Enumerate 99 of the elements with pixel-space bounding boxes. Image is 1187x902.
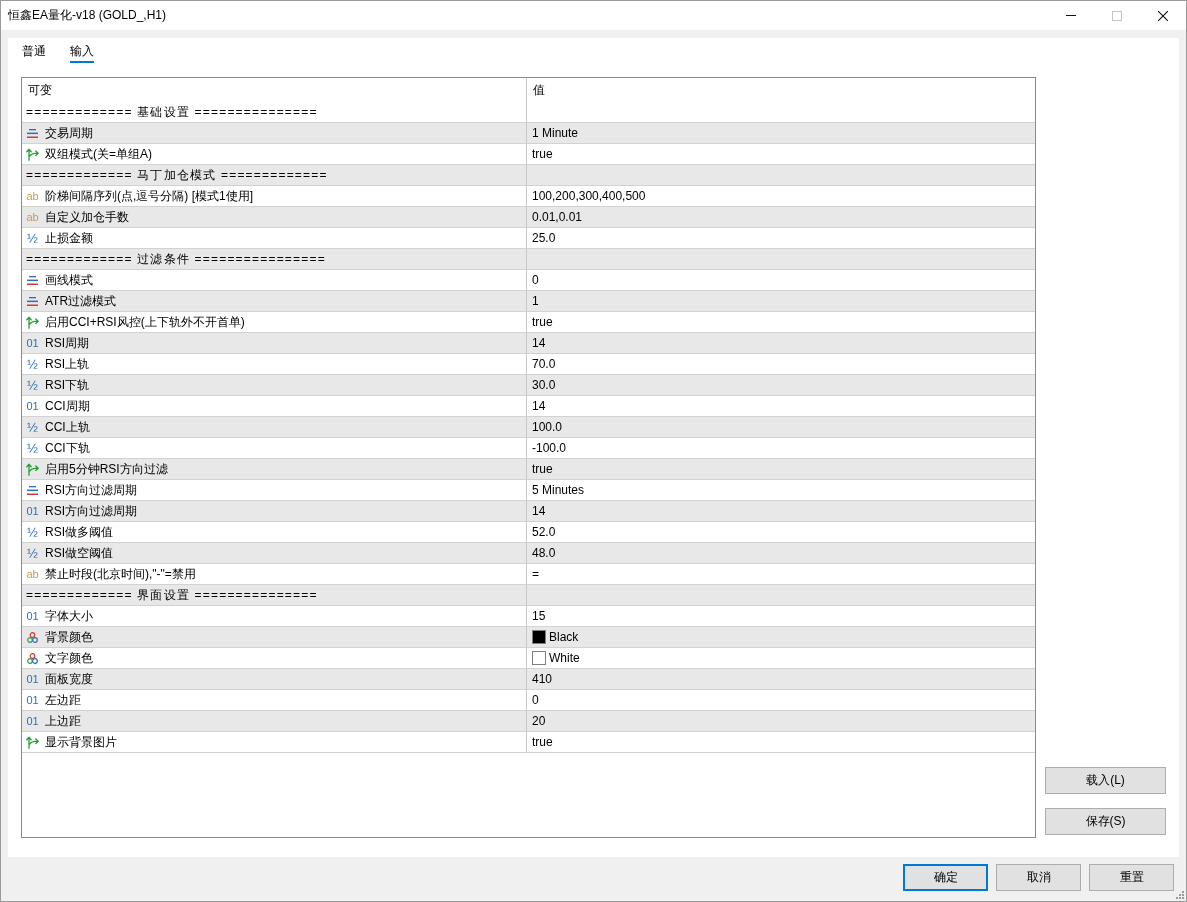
parameter-name: 左边距 bbox=[45, 691, 81, 709]
column-header: 值 bbox=[533, 81, 545, 99]
parameter-value: 100.0 bbox=[532, 420, 563, 434]
fork-arrow-icon bbox=[26, 735, 39, 749]
parameter-name: 交易周期 bbox=[45, 124, 93, 142]
parameter-name: 双组模式(关=单组A) bbox=[45, 145, 152, 163]
tab[interactable]: 输入 bbox=[70, 38, 94, 63]
digits-icon: 01 bbox=[26, 609, 39, 623]
parameter-value: 30.0 bbox=[532, 378, 556, 392]
parameter-value: 25.0 bbox=[532, 231, 556, 245]
parameter-name: 画线模式 bbox=[45, 271, 93, 289]
resize-grip-icon[interactable] bbox=[1176, 891, 1184, 899]
digits-icon: 01 bbox=[26, 504, 39, 518]
parameter-value: 0 bbox=[532, 693, 539, 707]
fork-arrow-icon bbox=[26, 147, 39, 161]
parameter-name: 止损金额 bbox=[45, 229, 93, 247]
fraction-icon: ½ bbox=[27, 357, 38, 371]
fraction-icon: ½ bbox=[27, 420, 38, 434]
parameter-value: White bbox=[549, 651, 580, 665]
section-heading: ============= 基础设置 =============== bbox=[26, 103, 318, 121]
ab-icon: ab bbox=[26, 210, 39, 224]
parameter-value: true bbox=[532, 315, 553, 329]
window-title: 恒鑫EA量化-v18 (GOLD_,H1) bbox=[7, 7, 168, 24]
parameter-value: 48.0 bbox=[532, 546, 556, 560]
parameter-value: true bbox=[532, 735, 553, 749]
color-circles-icon bbox=[27, 652, 38, 664]
parameter-value: 14 bbox=[532, 399, 546, 413]
parameter-name: 上边距 bbox=[45, 712, 81, 730]
parameter-name: 背景颜色 bbox=[45, 628, 93, 646]
digits-icon: 01 bbox=[26, 714, 39, 728]
parameter-value: 14 bbox=[532, 336, 546, 350]
parameter-name: RSI方向过滤周期 bbox=[45, 502, 137, 520]
parameter-name: 文字颜色 bbox=[45, 649, 93, 667]
parameter-name: RSI做多阈值 bbox=[45, 523, 113, 541]
dialog-button[interactable]: 确定 bbox=[903, 864, 988, 891]
parameter-name: 字体大小 bbox=[45, 607, 93, 625]
parameter-name: 禁止时段(北京时间),"-"=禁用 bbox=[45, 565, 196, 583]
dialog-button[interactable]: 取消 bbox=[996, 864, 1081, 891]
parameter-name: RSI周期 bbox=[45, 334, 89, 352]
parameter-name: RSI做空阈值 bbox=[45, 544, 113, 562]
parameter-value: 100,200,300,400,500 bbox=[532, 189, 646, 203]
list-lines-icon bbox=[27, 128, 38, 138]
fork-arrow-icon bbox=[26, 462, 39, 476]
parameter-value: 1 bbox=[532, 294, 539, 308]
parameter-name: CCI周期 bbox=[45, 397, 90, 415]
column-header: 可变 bbox=[28, 81, 52, 99]
parameter-value: 5 Minutes bbox=[532, 483, 585, 497]
ab-icon: ab bbox=[26, 567, 39, 581]
parameter-name: RSI上轨 bbox=[45, 355, 89, 373]
action-button[interactable]: 保存(S) bbox=[1045, 808, 1166, 835]
fork-arrow-icon bbox=[26, 315, 39, 329]
parameter-value: 15 bbox=[532, 609, 546, 623]
parameter-name: ATR过滤模式 bbox=[45, 292, 117, 310]
parameter-name: CCI下轨 bbox=[45, 439, 90, 457]
parameter-value: 410 bbox=[532, 672, 553, 686]
parameter-value: 14 bbox=[532, 504, 546, 518]
action-button[interactable]: 载入(L) bbox=[1045, 767, 1166, 794]
parameter-name: RSI下轨 bbox=[45, 376, 89, 394]
parameter-name: 显示背景图片 bbox=[45, 733, 117, 751]
maximize-icon bbox=[1112, 10, 1122, 21]
parameter-name: CCI上轨 bbox=[45, 418, 90, 436]
fraction-icon: ½ bbox=[27, 231, 38, 245]
minimize-icon bbox=[1066, 15, 1076, 16]
parameter-value: 0 bbox=[532, 273, 539, 287]
close-icon bbox=[1158, 10, 1168, 21]
parameter-value: Black bbox=[549, 630, 579, 644]
fraction-icon: ½ bbox=[27, 525, 38, 539]
parameter-name: 阶梯间隔序列(点,逗号分隔) [模式1使用] bbox=[45, 187, 253, 205]
parameter-name: 启用CCI+RSI风控(上下轨外不开首单) bbox=[45, 313, 245, 331]
parameter-value: 20 bbox=[532, 714, 546, 728]
digits-icon: 01 bbox=[26, 336, 39, 350]
section-heading: ============= 马丁加仓模式 ============= bbox=[26, 166, 328, 184]
parameter-value: true bbox=[532, 147, 553, 161]
tab[interactable]: 普通 bbox=[22, 38, 46, 63]
ab-icon: ab bbox=[26, 189, 39, 203]
list-lines-icon bbox=[27, 296, 38, 306]
fraction-icon: ½ bbox=[27, 441, 38, 455]
parameter-value: true bbox=[532, 462, 553, 476]
parameter-name: RSI方向过滤周期 bbox=[45, 481, 137, 499]
color-circles-icon bbox=[27, 631, 38, 643]
dialog-button[interactable]: 重置 bbox=[1089, 864, 1174, 891]
list-lines-icon bbox=[27, 485, 38, 495]
parameter-name: 面板宽度 bbox=[45, 670, 93, 688]
digits-icon: 01 bbox=[26, 693, 39, 707]
parameter-value: -100.0 bbox=[532, 441, 567, 455]
fraction-icon: ½ bbox=[27, 546, 38, 560]
parameter-value: 0.01,0.01 bbox=[532, 210, 583, 224]
parameter-value: 52.0 bbox=[532, 525, 556, 539]
digits-icon: 01 bbox=[26, 672, 39, 686]
section-heading: ============= 过滤条件 ================ bbox=[26, 250, 326, 268]
digits-icon: 01 bbox=[26, 399, 39, 413]
list-lines-icon bbox=[27, 275, 38, 285]
fraction-icon: ½ bbox=[27, 378, 38, 392]
parameter-value: 1 Minute bbox=[532, 126, 579, 140]
parameter-name: 自定义加仓手数 bbox=[45, 208, 129, 226]
parameter-value: 70.0 bbox=[532, 357, 556, 371]
parameter-value: = bbox=[532, 567, 539, 581]
parameter-name: 启用5分钟RSI方向过滤 bbox=[45, 460, 168, 478]
section-heading: ============= 界面设置 =============== bbox=[26, 586, 318, 604]
